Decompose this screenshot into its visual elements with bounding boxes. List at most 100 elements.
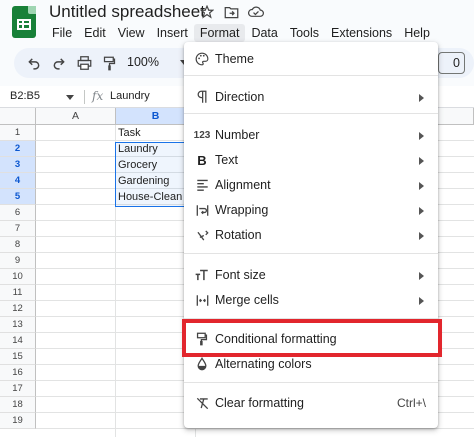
menu-item-wrapping[interactable]: Wrapping <box>184 199 438 221</box>
row-header-5[interactable]: 5 <box>0 189 36 205</box>
format-menu: Theme Direction 123 Number B Text Alignm… <box>184 42 438 428</box>
cell-b2[interactable]: Laundry <box>115 142 195 157</box>
menu-item-number[interactable]: 123 Number <box>184 124 438 146</box>
document-title[interactable]: Untitled spreadsheet <box>49 2 205 22</box>
number-format-icon: 123 <box>193 129 211 141</box>
color-fill-drop-icon <box>194 356 210 372</box>
select-all-corner[interactable] <box>0 108 36 125</box>
move-folder-icon[interactable] <box>222 3 240 21</box>
cloud-status-icon[interactable] <box>247 3 265 21</box>
cell-b5[interactable]: House-Clean u <box>115 190 195 205</box>
menu-item-theme[interactable]: Theme <box>184 48 438 70</box>
grid-line <box>36 428 474 429</box>
menu-edit[interactable]: Edit <box>78 24 112 42</box>
redo-icon[interactable] <box>51 55 67 71</box>
align-left-icon <box>194 177 210 193</box>
bold-icon: B <box>197 152 207 168</box>
menu-item-label: Rotation <box>215 228 262 242</box>
menu-item-label: Merge cells <box>215 293 279 307</box>
menu-item-label: Number <box>215 128 260 142</box>
menu-item-font-size[interactable]: Font size <box>184 264 438 286</box>
row-header-15[interactable]: 15 <box>0 349 36 365</box>
row-header-17[interactable]: 17 <box>0 381 36 397</box>
font-size-input[interactable]: 0 <box>438 52 465 74</box>
row-header-3[interactable]: 3 <box>0 157 36 173</box>
row-header-18[interactable]: 18 <box>0 397 36 413</box>
row-header-11[interactable]: 11 <box>0 285 36 301</box>
star-icon[interactable] <box>198 3 216 21</box>
menu-item-label: Theme <box>215 52 254 66</box>
menu-separator <box>184 253 438 254</box>
menu-item-label: Clear formatting <box>215 396 304 410</box>
menu-item-rotation[interactable]: Rotation <box>184 224 438 246</box>
row-header-7[interactable]: 7 <box>0 221 36 237</box>
font-size-icon <box>194 267 210 283</box>
menu-bar: File Edit View Insert Format Data Tools … <box>46 24 436 42</box>
row-header-2[interactable]: 2 <box>0 141 36 157</box>
undo-icon[interactable] <box>26 55 42 71</box>
print-icon[interactable] <box>76 55 92 71</box>
menu-format[interactable]: Format <box>193 24 246 42</box>
row-header-10[interactable]: 10 <box>0 269 36 285</box>
column-header-a[interactable]: A <box>36 108 116 125</box>
menu-separator <box>184 382 438 383</box>
chevron-down-icon[interactable] <box>66 95 74 100</box>
chevron-right-icon <box>419 132 424 140</box>
menu-help[interactable]: Help <box>398 24 436 42</box>
menu-separator <box>184 75 438 76</box>
text-rotation-icon <box>194 227 210 243</box>
divider <box>84 90 85 104</box>
row-header-19[interactable]: 19 <box>0 413 36 429</box>
row-header-9[interactable]: 9 <box>0 253 36 269</box>
cell-b1[interactable]: Task <box>115 126 195 141</box>
row-header-12[interactable]: 12 <box>0 301 36 317</box>
menu-item-label: Alignment <box>215 178 271 192</box>
menu-tools[interactable]: Tools <box>284 24 325 42</box>
row-header-14[interactable]: 14 <box>0 333 36 349</box>
menu-item-label: Direction <box>215 90 265 104</box>
highlight-annotation <box>182 319 442 357</box>
chevron-right-icon <box>419 297 424 305</box>
row-header-16[interactable]: 16 <box>0 365 36 381</box>
cell-b4[interactable]: Gardening <box>115 174 195 189</box>
row-header-13[interactable]: 13 <box>0 317 36 333</box>
title-bar: Untitled spreadsheet <box>0 0 474 38</box>
menu-item-alignment[interactable]: Alignment <box>184 174 438 196</box>
pilcrow-icon <box>194 89 210 105</box>
menu-extensions[interactable]: Extensions <box>325 24 398 42</box>
menu-file[interactable]: File <box>46 24 78 42</box>
row-header-8[interactable]: 8 <box>0 237 36 253</box>
text-wrap-icon <box>194 202 210 218</box>
merge-cells-icon <box>194 292 210 308</box>
menu-item-label: Alternating colors <box>215 357 312 371</box>
menu-view[interactable]: View <box>112 24 151 42</box>
menu-item-direction[interactable]: Direction <box>184 86 438 108</box>
chevron-right-icon <box>419 232 424 240</box>
zoom-select[interactable]: 100% <box>127 55 159 69</box>
clear-formatting-icon <box>194 395 210 411</box>
formula-input[interactable]: Laundry <box>110 90 150 102</box>
row-header-1[interactable]: 1 <box>0 125 36 141</box>
row-header-4[interactable]: 4 <box>0 173 36 189</box>
menu-insert[interactable]: Insert <box>151 24 194 42</box>
chevron-right-icon <box>419 207 424 215</box>
menu-item-label: Wrapping <box>215 203 269 217</box>
chevron-right-icon <box>419 272 424 280</box>
menu-item-label: Font size <box>215 268 266 282</box>
palette-icon <box>194 51 210 67</box>
menu-separator <box>184 113 438 114</box>
cell-b3[interactable]: Grocery <box>115 158 195 173</box>
paint-format-icon[interactable] <box>101 55 117 71</box>
menu-item-clear-formatting[interactable]: Clear formatting Ctrl+\ <box>184 392 438 414</box>
menu-item-merge-cells[interactable]: Merge cells <box>184 289 438 311</box>
fx-icon: fx <box>92 89 104 103</box>
menu-item-label: Text <box>215 153 238 167</box>
menu-data[interactable]: Data <box>245 24 283 42</box>
sheets-logo-icon[interactable] <box>12 6 36 38</box>
chevron-right-icon <box>419 94 424 102</box>
row-header-6[interactable]: 6 <box>0 205 36 221</box>
chevron-right-icon <box>419 157 424 165</box>
menu-item-text[interactable]: B Text <box>184 149 438 171</box>
chevron-right-icon <box>419 182 424 190</box>
name-box[interactable]: B2:B5 <box>10 90 40 102</box>
